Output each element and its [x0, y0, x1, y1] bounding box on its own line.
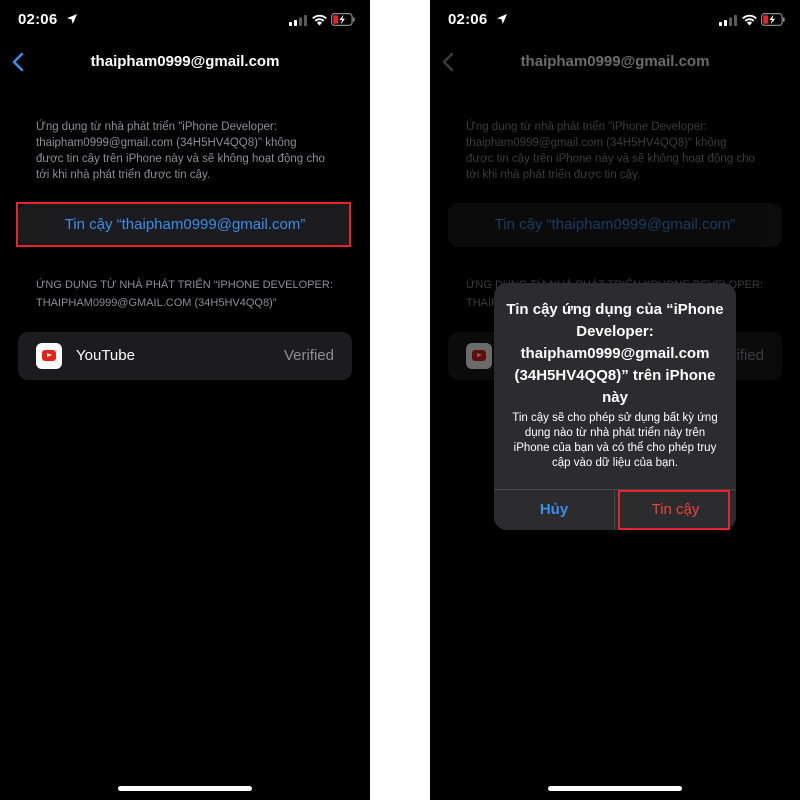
app-list-item[interactable]: YouTube Verified [18, 332, 352, 380]
cellular-signal-icon [289, 15, 307, 26]
battery-charging-icon [761, 13, 785, 26]
home-indicator[interactable] [548, 786, 682, 791]
location-arrow-icon [67, 14, 77, 24]
status-bar: 02:06 [430, 0, 800, 40]
verified-status: Verified [283, 347, 334, 364]
status-time: 02:06 [18, 11, 58, 28]
page-title: thaipham0999@gmail.com [520, 53, 710, 70]
location-arrow-icon [497, 14, 507, 24]
cancel-button[interactable]: Hủy [494, 490, 614, 530]
developer-trust-description: Ứng dụng từ nhà phát triển "iPhone Devel… [466, 121, 755, 181]
youtube-icon [466, 343, 492, 369]
battery-charging-icon [331, 13, 355, 26]
phone-screen-left: 02:06 thaipham0999@gmail.com Ứng dụng từ… [0, 0, 370, 800]
page-title: thaipham0999@gmail.com [90, 53, 280, 70]
home-indicator[interactable] [118, 786, 252, 791]
wifi-icon [312, 14, 327, 26]
phone-screen-right: 02:06 thaipham0999@gmail.com Ứng dụng từ… [430, 0, 800, 800]
alert-message: Tin cậy sẽ cho phép sử dụng bất kỳ ứng d… [512, 412, 718, 469]
highlight-box [16, 202, 351, 247]
app-name: YouTube [76, 347, 135, 364]
status-time: 02:06 [448, 11, 488, 28]
developer-trust-description: Ứng dụng từ nhà phát triển "iPhone Devel… [36, 121, 325, 181]
highlight-box [618, 490, 730, 530]
trust-developer-button: Tin cậy “thaipham0999@gmail.com” [448, 203, 782, 247]
status-bar: 02:06 [0, 0, 370, 40]
alert-title: Tin cậy ứng dụng của “iPhone Developer: … [506, 301, 724, 406]
cellular-signal-icon [719, 15, 737, 26]
section-header: ỨNG DỤNG TỪ NHÀ PHÁT TRIỂN “IPHONE DEVEL… [36, 279, 333, 309]
youtube-icon [36, 343, 62, 369]
wifi-icon [742, 14, 757, 26]
